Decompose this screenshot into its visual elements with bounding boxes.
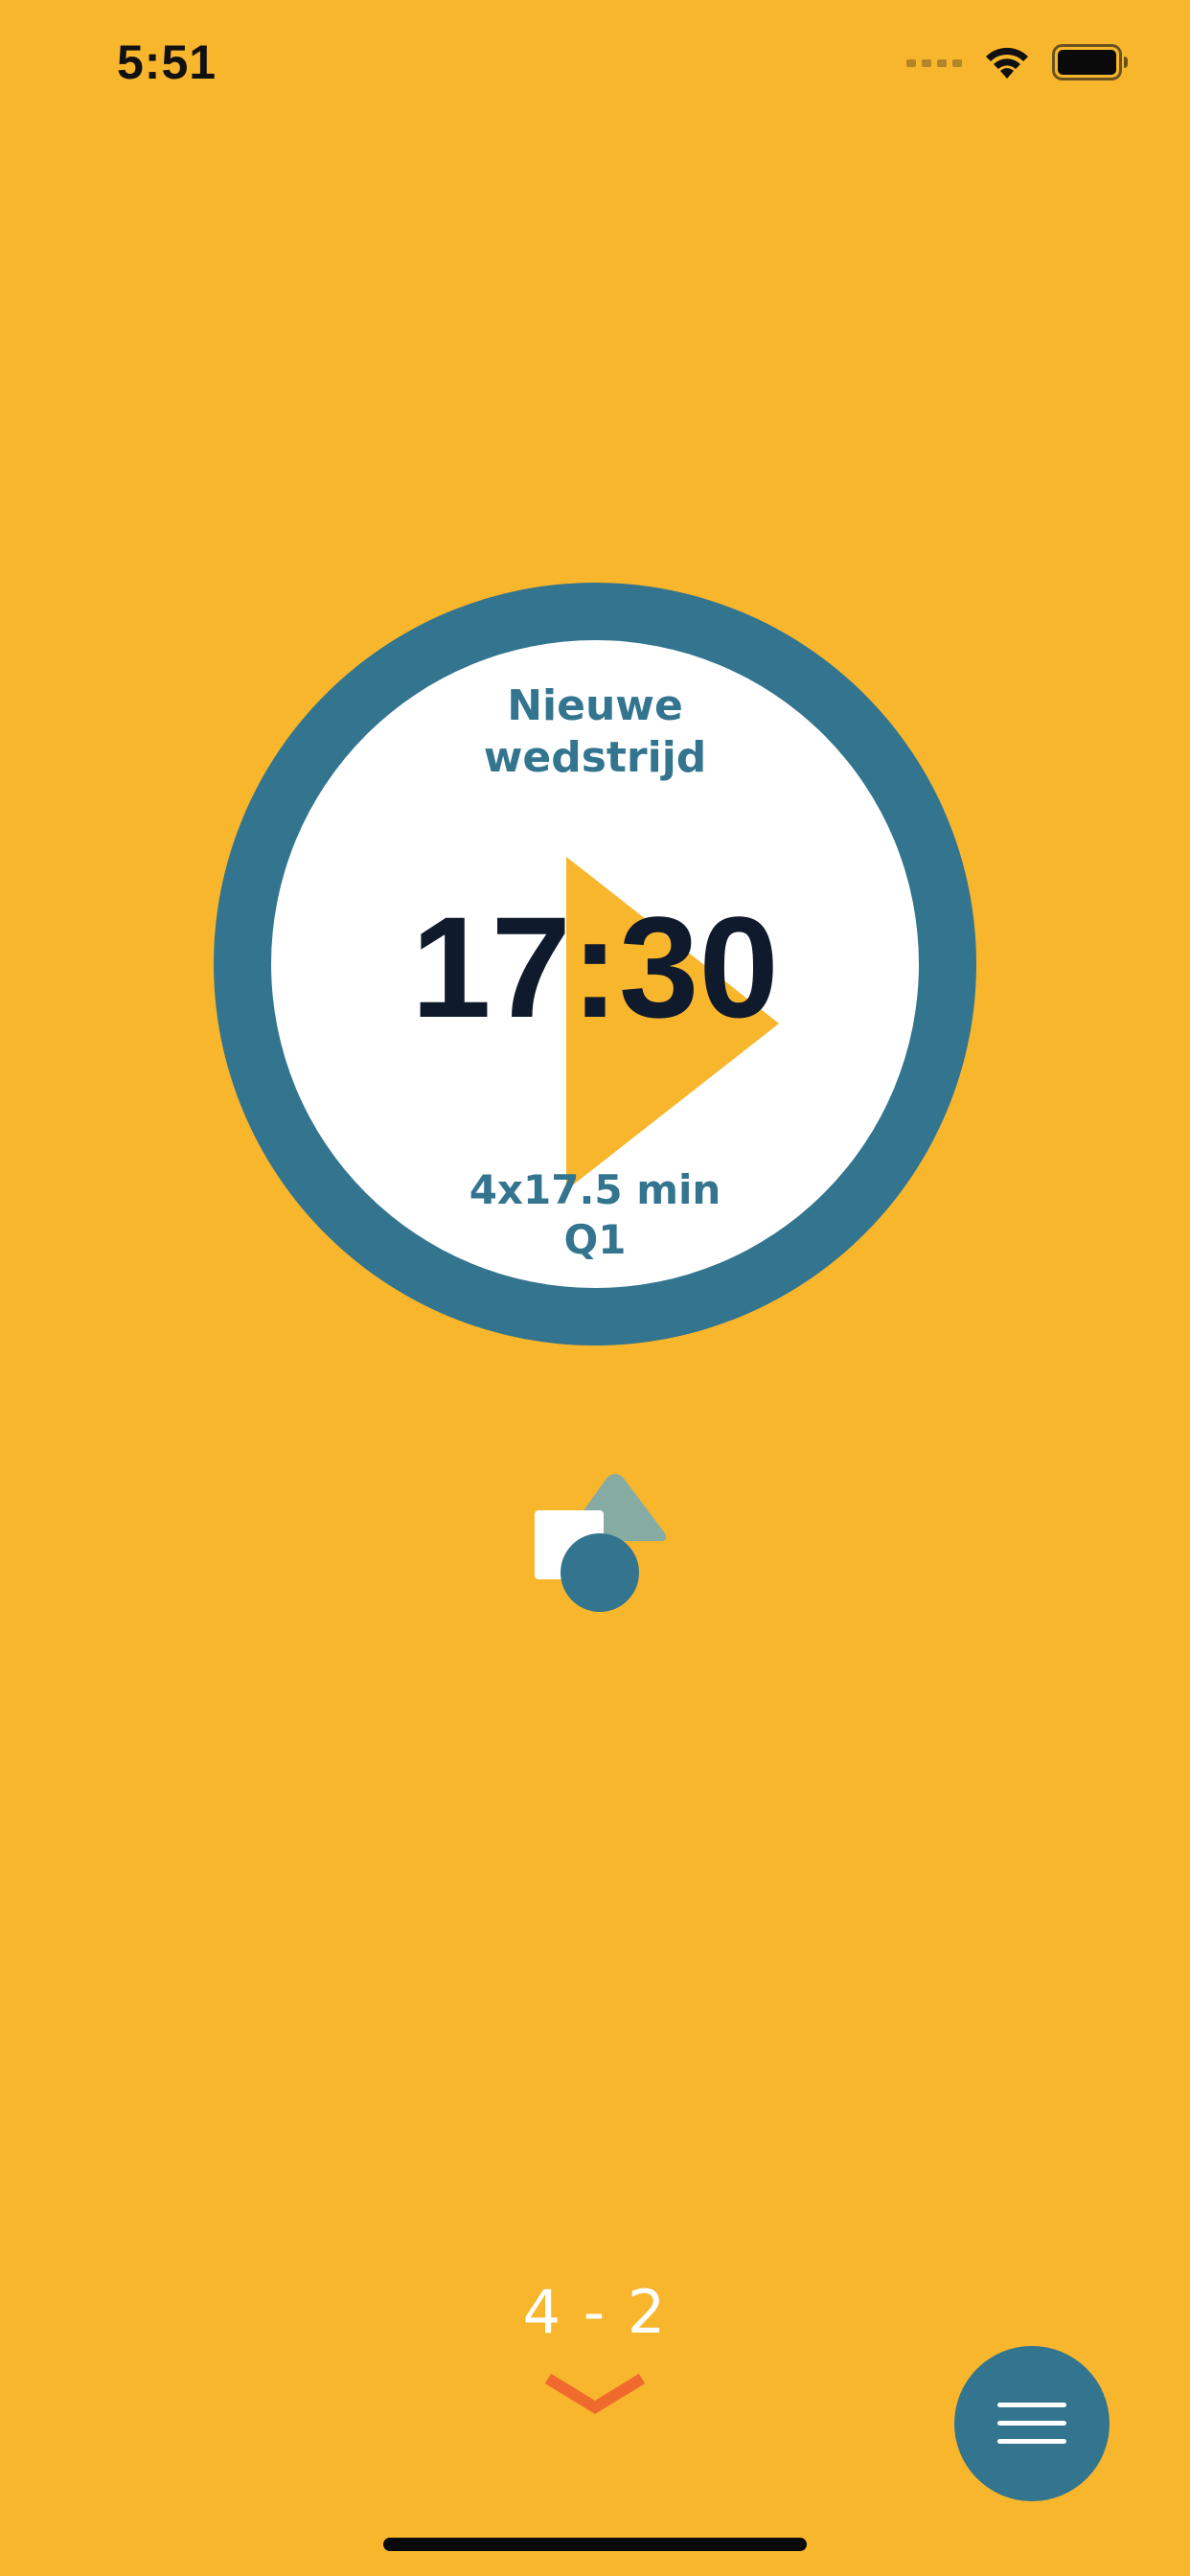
- chevron-down-icon[interactable]: [542, 2373, 648, 2415]
- shapes-logo-icon: [535, 1474, 667, 1612]
- wifi-icon: [983, 44, 1031, 85]
- menu-button[interactable]: [954, 2346, 1110, 2501]
- app-screen: 5:51 Nieuwe wedstrijd 17:30 4x17.5 min Q…: [0, 0, 1190, 2576]
- match-title-line-2: wedstrijd: [483, 733, 707, 782]
- timer-dial-start-button[interactable]: Nieuwe wedstrijd 17:30 4x17.5 min Q1: [214, 583, 976, 1346]
- status-bar-time: 5:51: [117, 35, 217, 89]
- match-period: Q1: [563, 1216, 627, 1263]
- match-title-line-1: Nieuwe: [507, 681, 683, 730]
- score-display: 4 - 2: [522, 2277, 668, 2347]
- cellular-signal-icon: [906, 56, 962, 74]
- match-format: 4x17.5 min Q1: [271, 1165, 919, 1265]
- timer-dial-face: Nieuwe wedstrijd 17:30 4x17.5 min Q1: [271, 640, 919, 1288]
- match-title: Nieuwe wedstrijd: [271, 680, 919, 784]
- timer-display: 17:30: [411, 886, 779, 1047]
- status-bar-icons: [906, 40, 1129, 88]
- match-format-duration: 4x17.5 min: [469, 1166, 721, 1213]
- hamburger-menu-icon: [997, 2403, 1066, 2444]
- battery-icon: [1052, 43, 1129, 85]
- home-indicator[interactable]: [383, 2538, 807, 2551]
